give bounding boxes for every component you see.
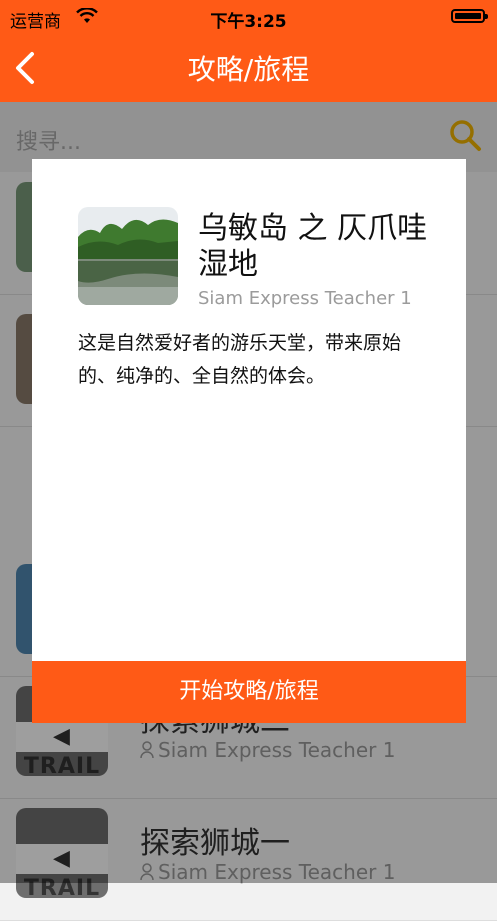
guide-title: 乌敏岛 之 仄爪哇湿地 — [198, 211, 428, 282]
guide-author: Siam Express Teacher 1 — [198, 288, 412, 309]
navigation-bar: 攻略/旅程 — [0, 34, 497, 102]
guide-detail-dialog: 乌敏岛 之 仄爪哇湿地 Siam Express Teacher 1 这是自然爱… — [32, 159, 466, 723]
guide-description: 这是自然爱好者的游乐天堂，带来原始的、纯净的、全自然的体会。 — [78, 332, 402, 387]
status-bar: 运营商 下午3:25 — [0, 0, 497, 34]
status-time: 下午3:25 — [210, 12, 287, 32]
page-title: 攻略/旅程 — [187, 53, 310, 86]
battery-icon — [451, 9, 488, 23]
guide-cover-image — [78, 207, 178, 305]
start-guide-button[interactable]: 开始攻略/旅程 — [32, 661, 466, 723]
